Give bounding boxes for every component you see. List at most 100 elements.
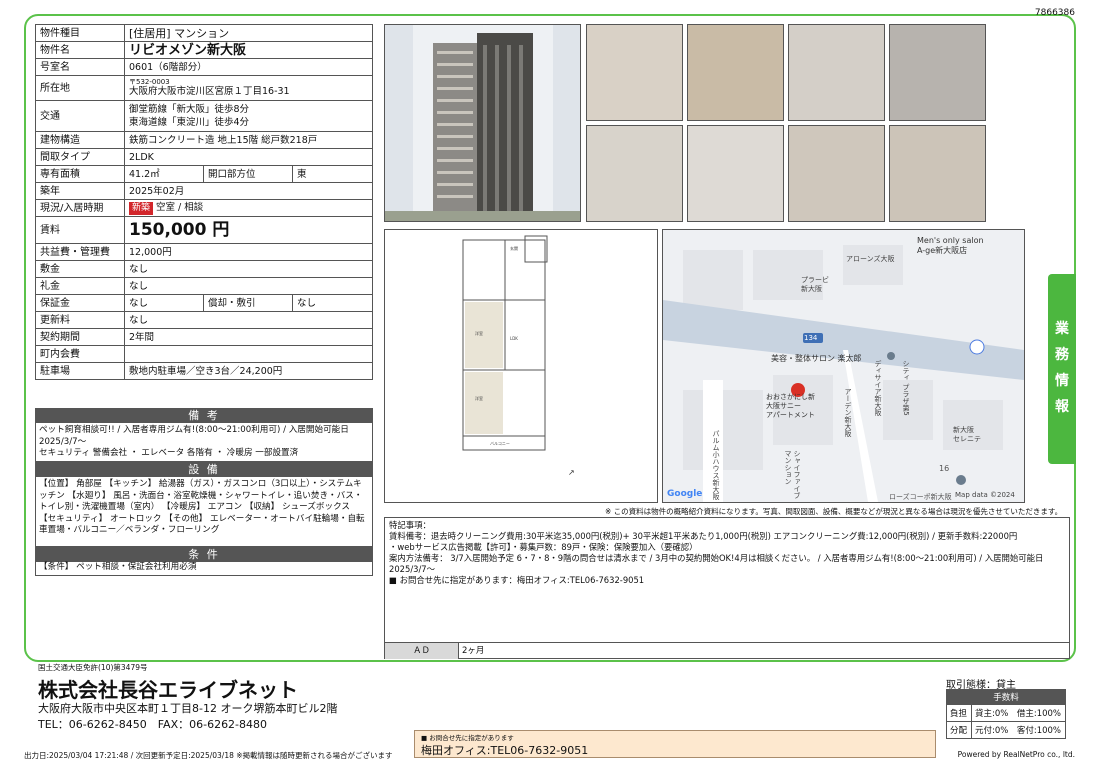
- company-address: 大阪府大阪市中央区本町１丁目8-12 オーク堺筋本町ビル2階: [38, 702, 338, 715]
- floor-plan: 玄関 洋室 洋室 LDK バルコニー ↗: [384, 229, 658, 503]
- map-label-celenite-1: 新大阪: [953, 426, 974, 434]
- svg-text:LDK: LDK: [510, 336, 518, 341]
- notes-line-1: 賃料備考：退去時クリーニング費用:30平米迄35,000円(税別)+ 30平米超…: [389, 531, 1018, 541]
- value-amortization: なし: [292, 294, 373, 312]
- room-photo-2: [687, 24, 784, 121]
- fee-title: 手数料: [946, 689, 1066, 705]
- label-name: 物件名: [35, 41, 125, 59]
- contact-popup: ■ お問合せ先に指定があります 梅田オフィス:TEL06-7632-9051: [414, 730, 936, 758]
- map-label-salon-2: A-ge新大阪店: [917, 246, 968, 255]
- status-text: 空室 / 相談: [156, 202, 204, 213]
- footer-output-info: 出力日:2025/03/04 17:21:48 / 次回更新予定日:2025/0…: [24, 751, 393, 760]
- label-access: 交通: [35, 100, 125, 132]
- special-notes: 特記事項： 賃料備考：退去時クリーニング費用:30平米迄35,000円(税別)+…: [384, 517, 1070, 659]
- value-key-money: なし: [124, 277, 373, 295]
- fee-burden-label: 負担: [946, 704, 972, 722]
- side-tab-business-info[interactable]: 業務情報: [1048, 274, 1076, 464]
- contact-small: ■ お問合せ先に指定があります: [421, 734, 514, 742]
- label-area: 専有面積: [35, 165, 125, 183]
- notes-line-3: 案内方法備考： 3/7入居開始予定 6・7・8・9階の問合せは清水まで / 3月…: [389, 553, 1044, 574]
- map-label-prabi-2: 新大阪: [801, 285, 822, 293]
- fee-split-value: 元付:0% 客付:100%: [971, 721, 1066, 739]
- map-route-134: 134: [804, 334, 818, 342]
- conditions-title: 条 件: [35, 547, 373, 562]
- label-deposit: 敷金: [35, 260, 125, 278]
- map-label-plaza5: プラザ第5: [902, 383, 910, 416]
- ad-label: ＡＤ: [385, 643, 459, 659]
- map-label-property: おおさかにし新 大阪サニー アパートメント: [766, 393, 815, 420]
- value-built: 2025年02月: [124, 182, 373, 200]
- ad-row: ＡＤ 2ヶ月: [385, 642, 1069, 659]
- label-community-fee: 町内会費: [35, 345, 125, 363]
- label-key-money: 礼金: [35, 277, 125, 295]
- spec-table: 物件種目 [住居用] マンション 物件名 リビオメゾン新大阪 号室名 0601（6階部…: [35, 24, 373, 380]
- footer-powered-by: Powered by RealNetPro co., ltd.: [957, 750, 1075, 759]
- label-structure: 建物構造: [35, 131, 125, 149]
- map-attribution: Map data ©2024: [955, 491, 1015, 499]
- special-notes-title: 特記事項：: [389, 520, 431, 530]
- svg-text:バルコニー: バルコニー: [490, 441, 510, 446]
- room-photo-1: [586, 24, 683, 121]
- value-type: [住居用] マンション: [124, 24, 373, 42]
- contact-main: 梅田オフィス:TEL06-7632-9051: [421, 744, 589, 757]
- doc-id: 7866386: [1034, 8, 1075, 18]
- conditions-text: 【条件】 ペット相談・保証会社利用必須: [35, 562, 373, 576]
- license-number: 国土交通大臣免許(10)第3479号: [38, 663, 148, 672]
- label-type: 物件種目: [35, 24, 125, 42]
- value-room: 0601（6階部分）: [124, 58, 373, 76]
- side-tab-label: 業務情報: [1055, 321, 1069, 415]
- access-line-2: 東海道線「東淀川」徒歩4分: [129, 117, 250, 128]
- map-label-shy: シャイファイブマンション: [783, 450, 801, 502]
- room-photo-3: [788, 24, 885, 121]
- value-parking: 敷地内駐車場／空き3台／24,200円: [124, 362, 373, 380]
- value-contract: 2年間: [124, 328, 373, 346]
- map-label-salon-1: Men's only salon: [917, 236, 984, 245]
- map-label-prabi-1: プラービ: [801, 276, 829, 284]
- map-label-rakutaro: 美容・整体サロン 楽太郎: [771, 354, 862, 363]
- value-layout: 2LDK: [124, 148, 373, 166]
- label-mgmt-fee: 共益費・管理費: [35, 243, 125, 261]
- value-rent: 150,000 円: [124, 216, 373, 244]
- value-guarantee: なし: [124, 294, 204, 312]
- value-area: 41.2㎡: [124, 165, 204, 183]
- label-contract: 契約期間: [35, 328, 125, 346]
- map-label-property-3: アパートメント: [766, 411, 815, 419]
- gym-photo: [889, 24, 986, 121]
- building-photo: [384, 24, 581, 222]
- toilet-photo: [788, 125, 885, 222]
- label-guarantee: 保証金: [35, 294, 125, 312]
- value-access: 御堂筋線「新大阪」徒歩8分 東海道線「東淀川」徒歩4分: [124, 100, 373, 132]
- value-orientation: 東: [292, 165, 373, 183]
- value-status: 新築 空室 / 相談: [124, 199, 373, 217]
- fee-table: 手数料 負担 貸主:0% 借主:100% 分配 元付:0% 客付:100%: [946, 689, 1066, 739]
- value-name: リビオメゾン新大阪: [124, 41, 373, 59]
- map-label-shy-1: シャイファイブ: [793, 450, 801, 499]
- value-address: 〒532-0003 大阪府大阪市淀川区宮原１丁目16-31: [124, 75, 373, 101]
- map-label-rose: ローズコーポ新大阪: [889, 493, 952, 501]
- equipment-section: 設 備 【位置】 角部屋 【キッチン】 給湯器（ガス）・ガスコンロ（3口以上）・…: [35, 462, 373, 547]
- equipment-text: 【位置】 角部屋 【キッチン】 給湯器（ガス）・ガスコンロ（3口以上）・システム…: [35, 477, 373, 547]
- map-label-celenite: 新大阪 セレニテ: [953, 426, 981, 444]
- label-address: 所在地: [35, 75, 125, 101]
- special-notes-body: 特記事項： 賃料備考：退去時クリーニング費用:30平米迄35,000円(税別)+…: [385, 518, 1069, 588]
- company-tel-fax: TEL：06-6262-8450 FAX：06-6262-8480: [38, 718, 268, 731]
- postal-code: 〒532-0003: [129, 78, 170, 86]
- equipment-title: 設 備: [35, 462, 373, 477]
- map-label-city-plaza: シティ プラザ第5: [901, 360, 910, 416]
- room-photo-4: [586, 125, 683, 222]
- new-badge: 新築: [129, 202, 154, 215]
- map-label-arden: アーデン新大阪: [844, 388, 852, 437]
- location-map[interactable]: Men's only salon A-ge新大阪店 アローンズ大阪 プラービ 新大阪…: [662, 229, 1025, 503]
- map-label-alones: アローンズ大阪: [846, 255, 895, 263]
- disclaimer: ※ この資料は物件の概略紹介資料になります。写真、間取図面、設備、概要などが現況…: [605, 507, 1063, 516]
- notes-line-4: ■ お問合せ先に指定があります：梅田オフィス:TEL06-7632-9051: [389, 575, 645, 585]
- value-deposit: なし: [124, 260, 373, 278]
- svg-text:玄関: 玄関: [510, 245, 518, 251]
- fee-split-label: 分配: [946, 721, 972, 739]
- remarks-text: ペット飼育相談可!! / 入居者専用ジム有!(8:00～21:00利用可) / …: [35, 423, 373, 462]
- ad-value: 2ヶ月: [462, 646, 485, 656]
- label-room: 号室名: [35, 58, 125, 76]
- label-status: 現況/入居時期: [35, 199, 125, 217]
- remarks-title: 備 考: [35, 408, 373, 423]
- label-amortization: 償却・敷引: [203, 294, 293, 312]
